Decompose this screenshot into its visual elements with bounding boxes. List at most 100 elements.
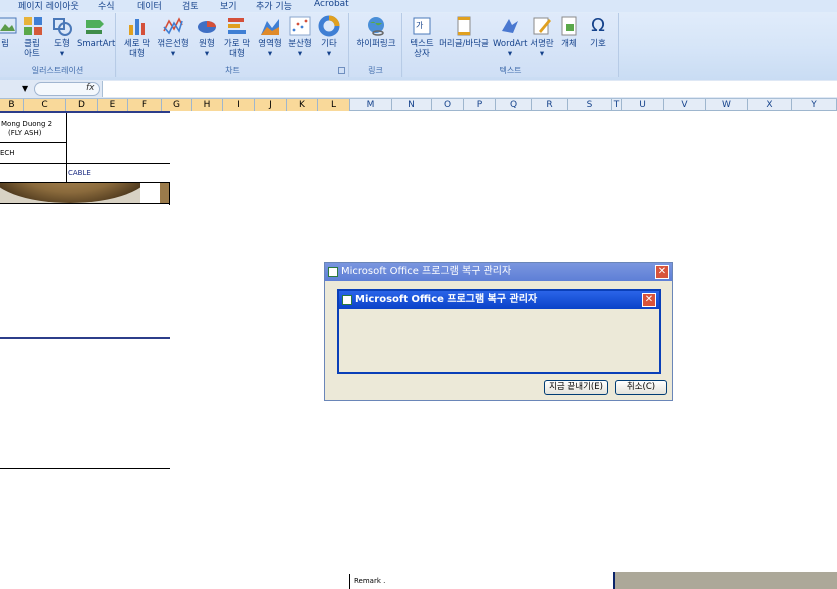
col-header[interactable]: S bbox=[568, 99, 612, 111]
illustrations-group: 림 클립 아트 도형 ▾ SmartArt 일러스트레이션 bbox=[0, 13, 116, 77]
clip-art-icon bbox=[24, 17, 42, 35]
table-rule bbox=[0, 203, 170, 204]
clip-art-button[interactable]: 클립 아트 bbox=[21, 15, 45, 59]
tab-page-layout[interactable]: 페이지 레이아웃 bbox=[18, 0, 79, 12]
col-header[interactable]: E bbox=[98, 99, 128, 111]
wordart-button[interactable]: WordArt ▾ bbox=[493, 15, 528, 59]
shapes-icon bbox=[53, 18, 72, 36]
signature-line-button[interactable]: 서명란 ▾ bbox=[529, 15, 555, 59]
dialog-title: Microsoft Office 프로그램 복구 관리자 bbox=[355, 294, 538, 305]
formula-bar: ▼ fx bbox=[0, 80, 837, 99]
column-headers: B C D E F G H I J K L M N O P Q R S T U … bbox=[0, 99, 837, 111]
picture-icon bbox=[0, 17, 17, 34]
ribbon: 페이지 레이아웃 수식 데이터 검토 보기 추가 기능 Acrobat 림 클립… bbox=[0, 0, 837, 80]
table-rule bbox=[0, 468, 170, 469]
cell-fly-ash: (FLY ASH) bbox=[8, 129, 42, 137]
end-now-button[interactable]: 지금 끝내기(E) bbox=[544, 380, 608, 395]
charts-group-label: 차트 bbox=[225, 66, 240, 75]
col-header[interactable]: Y bbox=[792, 99, 837, 111]
shapes-button[interactable]: 도형 ▾ bbox=[50, 15, 74, 59]
signature-pen-icon bbox=[533, 17, 551, 35]
table-rule bbox=[0, 163, 170, 164]
col-header[interactable]: O bbox=[432, 99, 464, 111]
scatter-chart-button[interactable]: 분산형 ▾ bbox=[287, 15, 313, 59]
cancel-button[interactable]: 취소(C) bbox=[615, 380, 667, 395]
area-chart-button[interactable]: 영역형 ▾ bbox=[257, 15, 283, 59]
col-header[interactable]: W bbox=[706, 99, 748, 111]
col-header[interactable]: G bbox=[162, 99, 192, 111]
col-header[interactable]: V bbox=[664, 99, 706, 111]
col-header[interactable]: F bbox=[128, 99, 162, 111]
line-chart-button[interactable]: 꺾은선형 ▾ bbox=[155, 15, 191, 59]
bar-chart-icon bbox=[228, 18, 246, 34]
col-header[interactable]: U bbox=[622, 99, 664, 111]
col-header[interactable]: K bbox=[287, 99, 318, 111]
illustrations-group-label: 일러스트레이션 bbox=[31, 66, 84, 75]
tab-review[interactable]: 검토 bbox=[182, 0, 199, 12]
office-app-icon bbox=[342, 295, 352, 305]
col-header[interactable]: N bbox=[392, 99, 432, 111]
table-divider bbox=[66, 113, 67, 183]
photo-fragment bbox=[160, 183, 169, 203]
smartart-icon bbox=[86, 20, 104, 34]
table-divider bbox=[169, 183, 170, 205]
table-rule bbox=[0, 337, 170, 339]
dialog-title-bar: Microsoft Office 프로그램 복구 관리자 bbox=[339, 291, 659, 309]
donut-chart-icon bbox=[318, 15, 340, 37]
column-chart-button[interactable]: 세로 막대형 bbox=[121, 15, 153, 59]
col-header[interactable]: C bbox=[24, 99, 66, 111]
col-header[interactable]: Q bbox=[496, 99, 532, 111]
close-icon[interactable]: ✕ bbox=[655, 265, 669, 279]
col-header[interactable]: P bbox=[464, 99, 496, 111]
cable-drum-photo bbox=[0, 183, 140, 203]
pie-chart-icon bbox=[198, 21, 216, 33]
col-header[interactable]: B bbox=[0, 99, 24, 111]
col-header[interactable]: R bbox=[532, 99, 568, 111]
links-group: 하이퍼링크 링크 bbox=[350, 13, 402, 77]
table-rule bbox=[0, 142, 66, 143]
recovery-manager-dialog-inner: Microsoft Office 프로그램 복구 관리자 ✕ bbox=[337, 289, 661, 374]
col-header[interactable]: M bbox=[350, 99, 392, 111]
col-header[interactable]: J bbox=[255, 99, 287, 111]
tab-formulas[interactable]: 수식 bbox=[98, 0, 115, 12]
col-header[interactable]: X bbox=[748, 99, 792, 111]
office-app-icon bbox=[328, 267, 338, 277]
area-chart-icon bbox=[261, 19, 279, 35]
dialog-title: Microsoft Office 프로그램 복구 관리자 bbox=[341, 266, 512, 277]
pie-chart-button[interactable]: 원형 ▾ bbox=[195, 15, 219, 59]
text-box-icon: 가 bbox=[413, 17, 431, 35]
close-icon[interactable]: ✕ bbox=[642, 293, 656, 307]
svg-text:가: 가 bbox=[416, 21, 424, 30]
symbol-button[interactable]: Ω 기호 bbox=[587, 15, 609, 49]
hyperlink-button[interactable]: 하이퍼링크 bbox=[353, 15, 399, 49]
tab-view[interactable]: 보기 bbox=[220, 0, 237, 12]
bar-chart-button[interactable]: 가로 막대형 bbox=[221, 15, 253, 59]
other-charts-button[interactable]: 기타 ▾ bbox=[317, 15, 341, 59]
links-group-label: 링크 bbox=[368, 66, 383, 75]
cell-cable: CABLE bbox=[68, 169, 91, 177]
col-header[interactable]: H bbox=[192, 99, 223, 111]
col-header[interactable]: D bbox=[66, 99, 98, 111]
scatter-chart-icon bbox=[289, 16, 311, 36]
insert-function-button[interactable]: fx bbox=[86, 83, 95, 93]
line-chart-icon bbox=[163, 17, 183, 35]
smartart-button[interactable]: SmartArt bbox=[77, 15, 115, 49]
tab-acrobat[interactable]: Acrobat bbox=[314, 0, 349, 9]
col-header[interactable]: T bbox=[612, 99, 622, 111]
ribbon-tabs: 페이지 레이아웃 수식 데이터 검토 보기 추가 기능 Acrobat bbox=[0, 0, 837, 12]
tab-data[interactable]: 데이터 bbox=[137, 0, 162, 12]
charts-group: 세로 막대형 꺾은선형 ▾ 원형 ▾ 가로 막대형 영역형 ▾ 분산형 ▾ 기타… bbox=[117, 13, 349, 77]
column-chart-icon bbox=[129, 19, 145, 35]
dialog-title-bar: Microsoft Office 프로그램 복구 관리자 bbox=[325, 263, 672, 281]
name-box-dropdown[interactable]: ▼ bbox=[22, 84, 28, 93]
header-footer-button[interactable]: 머리글/바닥글 bbox=[437, 15, 491, 49]
tab-addins[interactable]: 추가 기능 bbox=[256, 0, 292, 12]
cell-mong-duong: Mong Duong 2 bbox=[1, 120, 53, 128]
object-button[interactable]: 개체 bbox=[558, 15, 580, 49]
table-top-border bbox=[0, 111, 170, 113]
formula-input[interactable] bbox=[102, 81, 837, 97]
col-header[interactable]: I bbox=[223, 99, 255, 111]
text-box-button[interactable]: 가 텍스트 상자 bbox=[407, 15, 437, 59]
picture-button[interactable]: 림 bbox=[0, 15, 17, 49]
col-header[interactable]: L bbox=[318, 99, 350, 111]
